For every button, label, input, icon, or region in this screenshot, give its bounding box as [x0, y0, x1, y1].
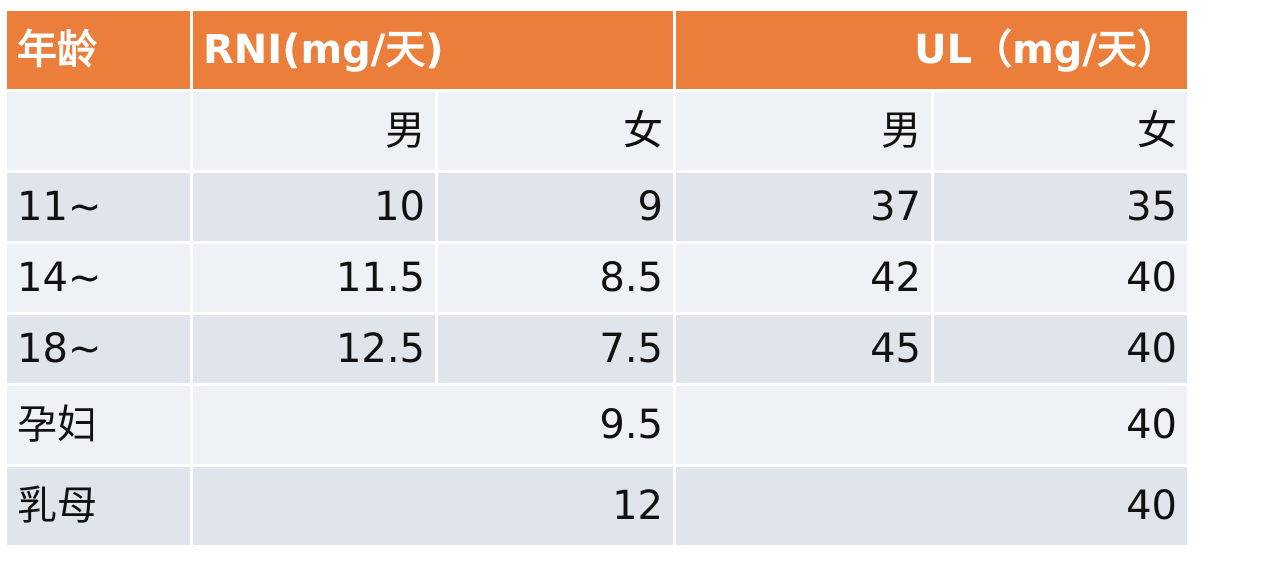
- table-row: 11~ 10 9 37 35: [7, 173, 1187, 241]
- cell-rni-male: 10: [193, 173, 435, 241]
- nutrient-table: 年龄 RNI(mg/天) UL（mg/天） 男 女 男 女 11~ 10 9 3…: [4, 8, 1190, 548]
- table-row: 18~ 12.5 7.5 45 40: [7, 315, 1187, 383]
- cell-ul-merged: 40: [676, 467, 1187, 545]
- table-row: 14~ 11.5 8.5 42 40: [7, 244, 1187, 312]
- table-row: 孕妇 9.5 40: [7, 386, 1187, 464]
- cell-ul-female: 40: [934, 244, 1187, 312]
- cell-rni-female: 9: [438, 173, 673, 241]
- cell-rni-female: 7.5: [438, 315, 673, 383]
- header-ul: UL（mg/天）: [676, 11, 1187, 89]
- cell-ul-male: 37: [676, 173, 931, 241]
- cell-age: 18~: [7, 315, 190, 383]
- subheader-empty: [7, 92, 190, 170]
- subheader-ul-female: 女: [934, 92, 1187, 170]
- subheader-rni-male: 男: [193, 92, 435, 170]
- cell-ul-male: 45: [676, 315, 931, 383]
- cell-rni-female: 8.5: [438, 244, 673, 312]
- cell-age: 11~: [7, 173, 190, 241]
- subheader-rni-female: 女: [438, 92, 673, 170]
- table-subheader-row: 男 女 男 女: [7, 92, 1187, 170]
- cell-ul-merged: 40: [676, 386, 1187, 464]
- table-row: 乳母 12 40: [7, 467, 1187, 545]
- header-age: 年龄: [7, 11, 190, 89]
- subheader-ul-male: 男: [676, 92, 931, 170]
- cell-age: 乳母: [7, 467, 190, 545]
- cell-age: 14~: [7, 244, 190, 312]
- cell-rni-merged: 9.5: [193, 386, 673, 464]
- table-container: 年龄 RNI(mg/天) UL（mg/天） 男 女 男 女 11~ 10 9 3…: [4, 8, 1190, 548]
- cell-ul-female: 35: [934, 173, 1187, 241]
- cell-rni-male: 12.5: [193, 315, 435, 383]
- cell-age: 孕妇: [7, 386, 190, 464]
- cell-ul-female: 40: [934, 315, 1187, 383]
- cell-rni-male: 11.5: [193, 244, 435, 312]
- cell-ul-male: 42: [676, 244, 931, 312]
- table-header-row: 年龄 RNI(mg/天) UL（mg/天）: [7, 11, 1187, 89]
- header-rni: RNI(mg/天): [193, 11, 673, 89]
- cell-rni-merged: 12: [193, 467, 673, 545]
